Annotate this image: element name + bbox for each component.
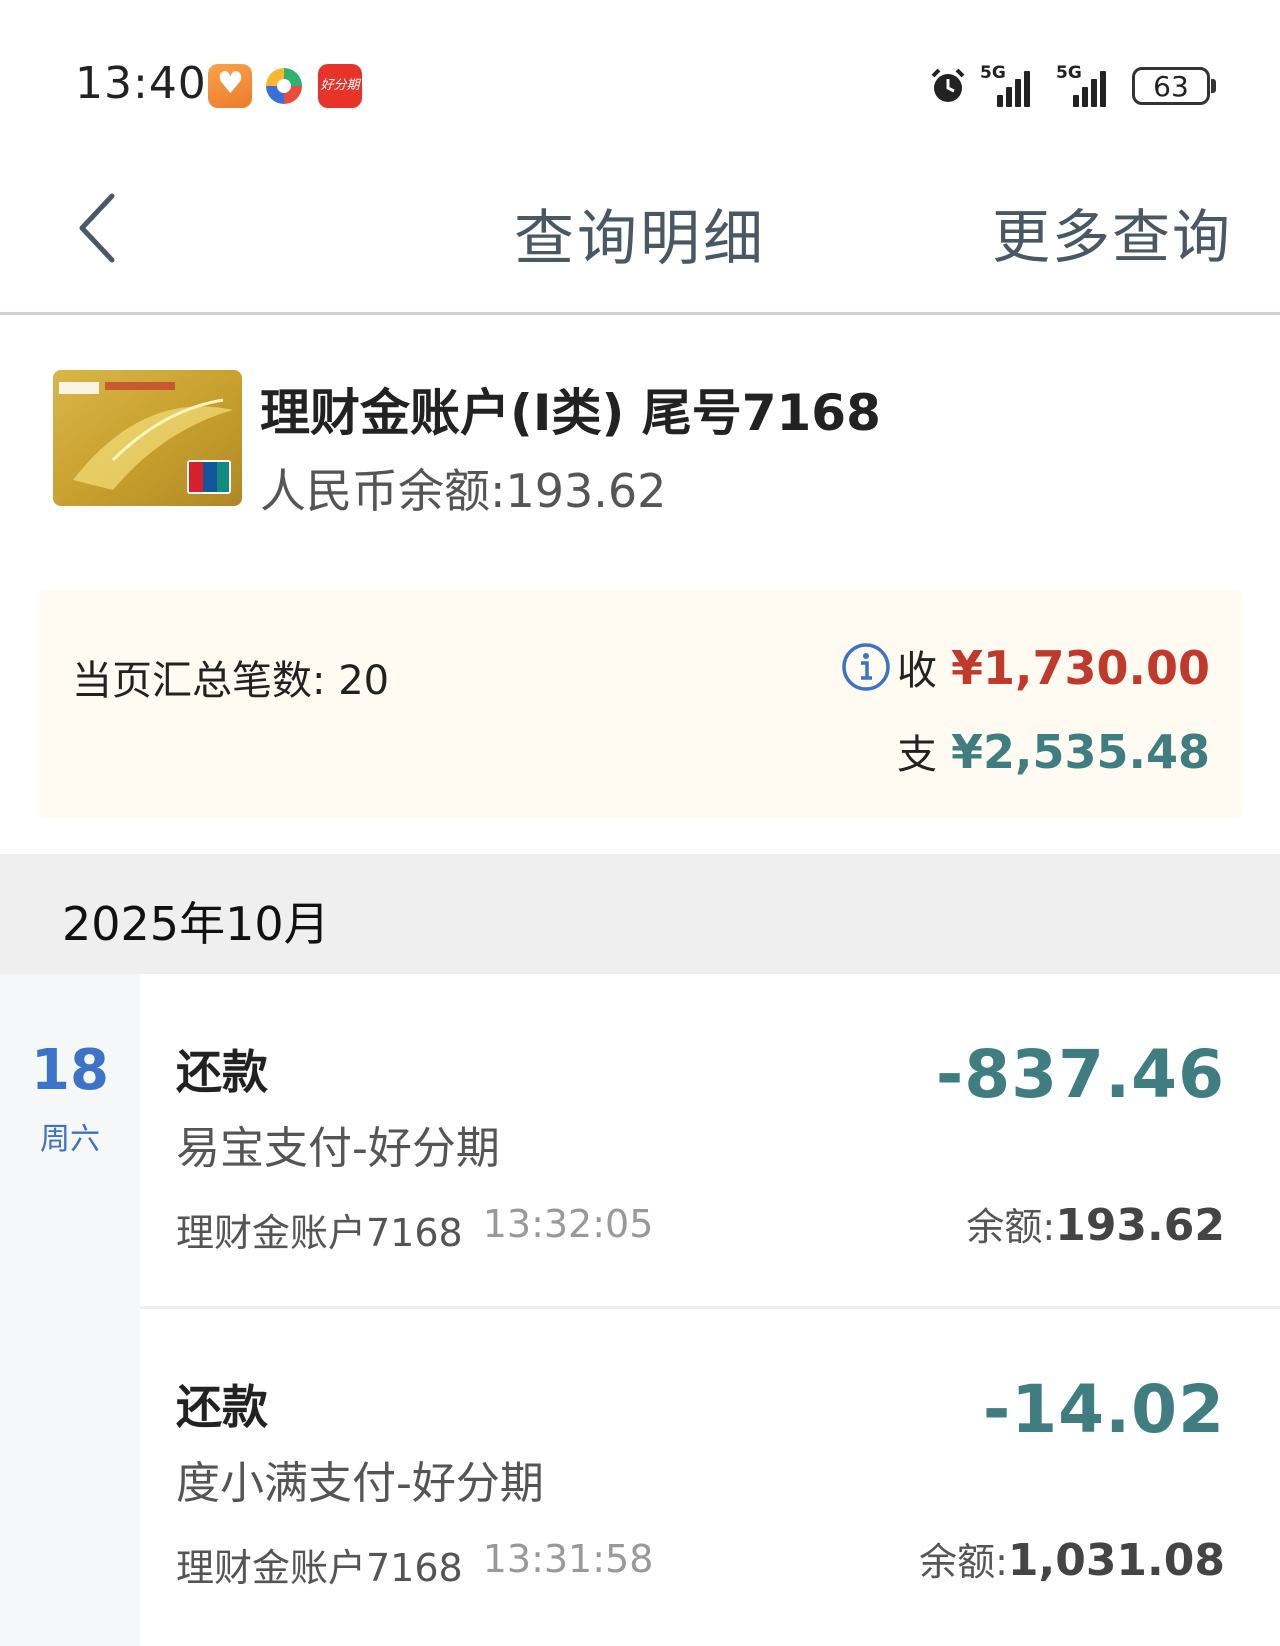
income-value: ¥1,730.00 xyxy=(951,641,1210,695)
more-query-button[interactable]: 更多查询 xyxy=(992,190,1232,274)
month-label: 2025年10月 xyxy=(62,897,330,951)
expense-label: 支 xyxy=(897,732,937,778)
alarm-icon xyxy=(931,68,965,102)
transaction-type: 还款 xyxy=(176,1045,268,1099)
status-time: 13:40 xyxy=(75,58,207,109)
haofenqi-app-icon: 好分期 xyxy=(318,64,362,108)
date-weekday: 周六 xyxy=(40,1122,100,1157)
account-balance: 人民币余额:193.62 xyxy=(260,464,667,518)
balance-label: 余额: xyxy=(919,1540,1008,1584)
status-bar: 13:40 好分期 5G 5G xyxy=(0,0,1280,150)
income-label: 收 xyxy=(897,648,937,694)
balance-label: 余额: xyxy=(966,1205,1056,1249)
nav-header: 查询明细 更多查询 xyxy=(0,150,1280,315)
pinwheel-app-icon xyxy=(262,64,306,108)
date-column: 18 周六 xyxy=(0,974,140,1646)
transaction-merchant: 易宝支付-好分期 xyxy=(176,1123,500,1174)
transaction-row[interactable]: 还款 度小满支付-好分期 理财金账户7168 13:31:58 -14.02 余… xyxy=(140,1309,1280,1641)
info-icon[interactable] xyxy=(841,642,891,692)
expense-value: ¥2,535.48 xyxy=(951,725,1210,779)
status-indicators: 5G 5G 63 xyxy=(928,62,1216,110)
transaction-balance: 余额: 193.62 xyxy=(966,1196,1225,1251)
signal-5g-icon: 5G xyxy=(1056,63,1120,107)
transaction-amount: -14.02 xyxy=(982,1371,1225,1448)
month-header: 2025年10月 xyxy=(0,854,1280,974)
summary-count: 当页汇总笔数: 20 xyxy=(72,658,390,704)
transaction-type: 还款 xyxy=(176,1380,268,1434)
bank-card-image xyxy=(53,370,242,506)
summary-income: 收 ¥1,730.00 xyxy=(897,638,1210,696)
health-app-icon xyxy=(208,64,252,108)
battery-level: 63 xyxy=(1153,69,1189,103)
battery-icon: 63 xyxy=(1132,67,1216,105)
date-day: 18 xyxy=(31,1038,109,1103)
transaction-account: 理财金账户7168 xyxy=(176,1211,463,1255)
balance-value: 1,031.08 xyxy=(1007,1535,1225,1586)
transaction-account: 理财金账户7168 xyxy=(176,1546,463,1590)
transaction-merchant: 度小满支付-好分期 xyxy=(176,1458,544,1509)
balance-value: 193.62 xyxy=(1055,1200,1225,1251)
transaction-amount: -837.46 xyxy=(935,1036,1225,1113)
transaction-meta: 理财金账户7168 13:31:58 xyxy=(176,1537,653,1592)
transaction-meta: 理财金账户7168 13:32:05 xyxy=(176,1202,653,1257)
account-name: 理财金账户(I类) 尾号7168 xyxy=(260,384,881,442)
transaction-time: 13:32:05 xyxy=(482,1202,654,1246)
summary-expense: 支 ¥2,535.48 xyxy=(897,722,1210,780)
transaction-balance: 余额: 1,031.08 xyxy=(919,1531,1225,1586)
signal-5g-icon: 5G xyxy=(980,63,1044,107)
transaction-time: 13:31:58 xyxy=(482,1537,654,1581)
page-summary: 当页汇总笔数: 20 收 ¥1,730.00 支 ¥2,535.48 xyxy=(38,590,1242,818)
transaction-row[interactable]: 还款 易宝支付-好分期 理财金账户7168 13:32:05 -837.46 余… xyxy=(140,974,1280,1309)
